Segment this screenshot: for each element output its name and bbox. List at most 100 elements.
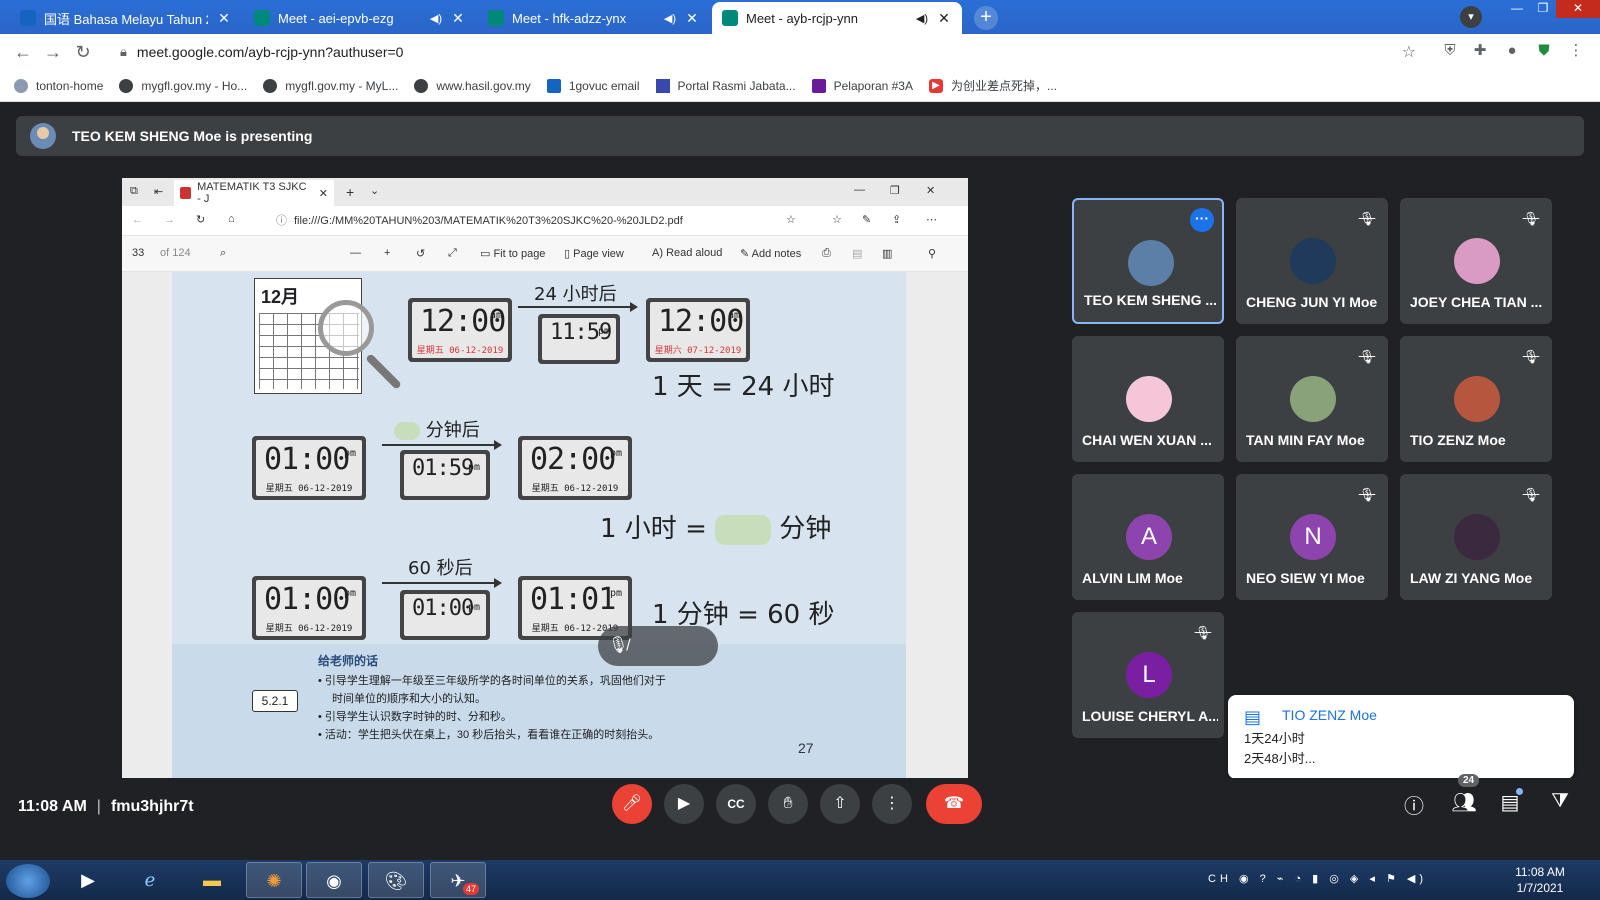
end-call-icon: ☎︎ [944, 795, 964, 812]
participant-tile[interactable]: TEO KEM SHENG ... ··· [1072, 198, 1224, 324]
close-tab-icon[interactable]: ✕ [450, 10, 466, 27]
close-tab-icon[interactable]: ✕ [936, 10, 952, 27]
present-button[interactable]: ⇧ [820, 784, 860, 824]
menu-icon[interactable]: ⋮ [1566, 41, 1586, 61]
meeting-code: fmu3hjhr7t [110, 798, 194, 815]
participant-tile[interactable]: LAW ZI YANG Moe 🎙︎ [1400, 474, 1552, 600]
bookmark-item[interactable]: ▶ 为创业差点死掉，... [929, 77, 1057, 94]
extensions-puzzle-icon[interactable]: ✚ [1470, 41, 1490, 61]
participant-tile[interactable]: JOEY CHEA TIAN ... 🎙︎ [1400, 198, 1552, 324]
participant-tile[interactable]: A ALVIN LIM Moe [1072, 474, 1224, 600]
app-icon[interactable]: ✺ [246, 862, 302, 898]
profile-icon[interactable]: ● [1502, 41, 1522, 61]
paint-icon[interactable]: 🎨︎ [368, 862, 424, 898]
mic-off-icon: 🎙︎ [1358, 211, 1376, 226]
browser-tab-3[interactable]: Meet - hfk-adzz-ynx ◀) ✕ [478, 2, 710, 34]
system-clock[interactable]: 11:08 AM 1/7/2021 [1500, 864, 1580, 896]
bookmark-item[interactable]: tonton-home [14, 78, 103, 93]
meet-favicon-icon [488, 10, 504, 26]
clock-date: 星期五 06-12-2019 [265, 484, 353, 494]
bookmark-item[interactable]: Pelaporan #3A [811, 78, 913, 93]
close-tab-icon[interactable]: ✕ [216, 10, 232, 27]
mic-muted-overlay: 🎙︎̸ [598, 626, 718, 666]
bookmark-item[interactable]: Portal Rasmi Jabata... [655, 78, 796, 93]
digital-clock: 01:00 pm [400, 590, 490, 640]
read-aloud-text: Read aloud [666, 247, 723, 259]
mic-toggle-button[interactable]: 🎤︎ [612, 784, 652, 824]
file-explorer-icon[interactable]: ▬ [184, 862, 240, 898]
raise-hand-button[interactable]: ✋︎ [768, 784, 808, 824]
teacher-note: 给老师的话 • 引导学生理解一年级至三年级所学的各时间单位的关系，巩固他们对于 … [172, 644, 906, 782]
chat-notification[interactable]: ▤ TIO ZENZ Moe 1天24小时 2天48小时... [1228, 695, 1574, 779]
magnifier-illustration [318, 300, 374, 356]
telegram-icon[interactable]: ✈ 47 [430, 862, 486, 898]
bookmark-star-icon[interactable]: ☆ [1402, 42, 1416, 62]
speaker-icon[interactable]: ◀) [664, 12, 676, 25]
meeting-details[interactable]: 11:08 AM | fmu3hjhr7t [18, 798, 194, 816]
bookmark-item[interactable]: mygfl.gov.my - Ho... [119, 78, 247, 93]
people-button[interactable]: 👥︎ [1450, 790, 1478, 815]
captions-button[interactable]: CC [716, 784, 756, 824]
browser-tab-2[interactable]: Meet - aei-epvb-ezg ◀) ✕ [244, 2, 476, 34]
back-icon[interactable]: ← [8, 42, 38, 63]
speaker-icon[interactable]: ◀) [916, 12, 928, 25]
tab-search-icon[interactable]: ▾ [1460, 6, 1482, 28]
more-vert-icon: ⋮ [884, 795, 900, 812]
participant-tile[interactable]: N NEO SIEW YI Moe 🎙︎ [1236, 474, 1388, 600]
digital-clock: 11:59 pm [538, 314, 620, 364]
form-icon [811, 78, 826, 93]
speaker-icon[interactable]: ◀) [430, 12, 442, 25]
lock-icon[interactable]: 🔒︎ [120, 44, 127, 60]
maximize-icon[interactable]: ❐ [1530, 0, 1556, 18]
meet-controls-bar: 11:08 AM | fmu3hjhr7t 🎤︎ ▶ CC ✋︎ ⇧ ⋮ ☎︎ ⓘ … [0, 774, 1600, 860]
bookmark-item[interactable]: 1govuc email [546, 78, 640, 93]
participant-name: LOUISE CHERYL A... [1082, 708, 1218, 724]
meeting-info-button[interactable]: ⓘ [1400, 790, 1428, 819]
system-tray[interactable]: CH ◉ ? ⌁ ◔ ▮ ◎ ◈ ◂ ⚑ ◀) [1208, 872, 1427, 885]
clock-date: 星期五 06-12-2019 [531, 484, 619, 494]
participant-tile[interactable]: TAN MIN FAY Moe 🎙︎ [1236, 336, 1388, 462]
close-window-icon[interactable]: ✕ [1556, 0, 1600, 18]
more-options-button[interactable]: ⋮ [872, 784, 912, 824]
answer-blank [715, 514, 772, 545]
bookmark-item[interactable]: www.hasil.gov.my [414, 78, 531, 93]
participant-name: CHAI WEN XUAN ... [1082, 432, 1212, 448]
security-extension-icon[interactable]: ⛊ [1534, 41, 1554, 61]
start-button[interactable] [6, 864, 50, 898]
close-icon: ✕ [318, 187, 328, 200]
forward-icon[interactable]: → [38, 42, 68, 63]
camera-toggle-button[interactable]: ▶ [664, 784, 704, 824]
tab-back-icon: ⇤ [154, 186, 164, 198]
label-after-60s: 60 秒后 [408, 558, 473, 579]
extension-shield-icon[interactable]: ⛨ [1440, 41, 1460, 61]
note-line: • 活动：学生把头伏在桌上，30 秒后抬头，看看谁在正确的时刻抬头。 [318, 729, 660, 741]
tab-title: Meet - aei-epvb-ezg [278, 10, 394, 26]
digital-clock: 01:59 pm [400, 450, 490, 500]
pdf-page: 12月 24 小时后 12:00 am 星期五 06-12-2019 11:59 pm… [172, 272, 906, 782]
media-player-icon[interactable]: ▶ [60, 862, 116, 898]
chrome-icon[interactable]: ◉ [306, 862, 362, 898]
new-tab-button[interactable]: + [974, 6, 998, 30]
close-icon: ✕ [926, 185, 936, 197]
participant-tile[interactable]: CHAI WEN XUAN ... [1072, 336, 1224, 462]
reload-icon[interactable]: ↻ [68, 42, 98, 63]
page-view-label: ▯ Page view [564, 248, 624, 260]
participant-tile[interactable]: CHENG JUN YI Moe 🎙︎ [1236, 198, 1388, 324]
internet-explorer-icon[interactable]: ℯ [122, 862, 178, 898]
browser-tab-1[interactable]: 国语 Bahasa Melayu Tahun 2M ✕ [10, 2, 242, 34]
activities-button[interactable]: ⧩ [1546, 790, 1574, 813]
leave-call-button[interactable]: ☎︎ [926, 784, 982, 824]
globe-icon [119, 78, 134, 93]
note-line: • 引导学生认识数字时钟的时、分和秒。 [318, 711, 512, 723]
participant-tile[interactable]: TIO ZENZ Moe 🎙︎ [1400, 336, 1552, 462]
arrow-1 [518, 302, 638, 312]
participant-name: CHENG JUN YI Moe [1246, 294, 1378, 310]
browser-tab-4-active[interactable]: Meet - ayb-rcjp-ynn ◀) ✕ [712, 2, 962, 34]
close-tab-icon[interactable]: ✕ [684, 10, 700, 27]
chat-message-line: 2天48小时... [1244, 751, 1316, 766]
minimize-icon[interactable]: — [1504, 0, 1530, 18]
bookmark-item[interactable]: mygfl.gov.my - MyL... [263, 78, 398, 93]
address-bar[interactable]: 🔒︎ meet.google.com/ayb-rcjp-ynn?authuser… [110, 38, 1422, 66]
more-options-icon[interactable]: ··· [1190, 208, 1214, 232]
participant-tile[interactable]: L LOUISE CHERYL A... 🎙︎ [1072, 612, 1224, 738]
